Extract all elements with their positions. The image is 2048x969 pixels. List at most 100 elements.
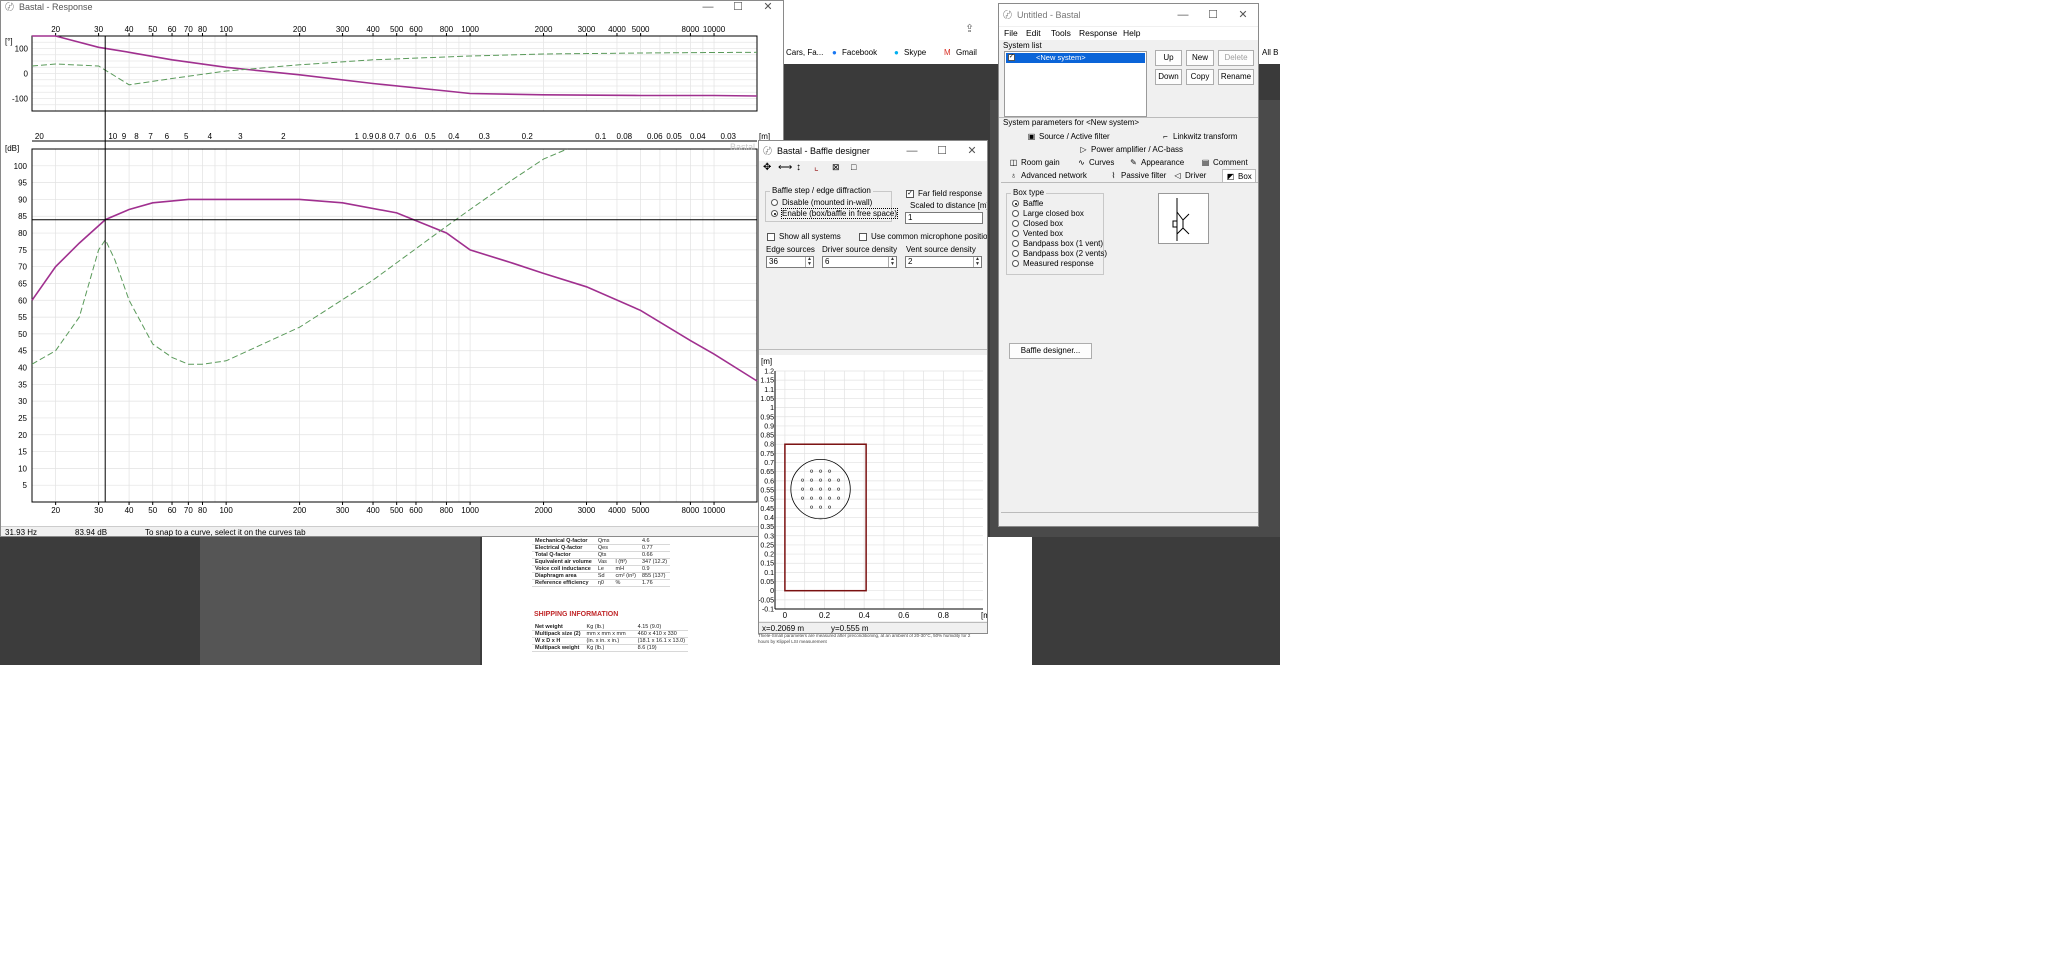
- tab-label: Passive filter: [1121, 171, 1167, 180]
- system-list-item[interactable]: ✓ <New system>: [1006, 53, 1145, 63]
- radio-button[interactable]: [1012, 200, 1019, 208]
- frequency-tick-label: 30: [94, 25, 103, 34]
- skype-icon: ●: [894, 48, 899, 57]
- browser-share-icon[interactable]: ⇪: [965, 22, 974, 35]
- spl-tick-label: 55: [18, 313, 27, 322]
- y-tick-label: 0.15: [760, 561, 774, 568]
- frequency-tick-label: 50: [148, 25, 157, 34]
- frequency-tick-label: 70: [184, 25, 193, 34]
- frequency-tick-label: 800: [440, 506, 454, 515]
- box-type-bandpass-2[interactable]: Bandpass box (2 vents): [1012, 249, 1107, 258]
- wavelength-tick-label: 0.06: [647, 132, 663, 141]
- source-icon: ▣: [1027, 132, 1036, 141]
- down-button[interactable]: Down: [1155, 69, 1182, 85]
- tab-room-gain[interactable]: ◫ Room gain: [1009, 156, 1060, 169]
- amplifier-icon: ▷: [1080, 145, 1087, 154]
- frequency-tick-label: 5000: [632, 25, 650, 34]
- y-tick-label: 0.65: [760, 469, 774, 476]
- delete-button[interactable]: Delete: [1218, 50, 1254, 66]
- bookmark-item[interactable]: Cars, Fa...: [786, 44, 823, 62]
- wavelength-tick-label: 0.5: [425, 132, 437, 141]
- table-cell: 0.77: [638, 544, 671, 552]
- radio-button[interactable]: [1012, 210, 1019, 218]
- wavelength-tick-label: 0.05: [666, 132, 682, 141]
- tab-label: Advanced network: [1021, 171, 1087, 180]
- baffle-designer-window[interactable]: 〄 Bastal - Baffle designer — ☐ ✕ ✥ ⟷ ↕ ⌞…: [758, 140, 988, 634]
- tab-source-active-filter[interactable]: ▣ Source / Active filter: [1027, 130, 1110, 143]
- radio-label: Bandpass box (1 vent): [1023, 239, 1104, 248]
- frequency-tick-label: 3000: [578, 506, 596, 515]
- radio-button[interactable]: [1012, 230, 1019, 238]
- box-type-vented[interactable]: Vented box: [1012, 229, 1063, 238]
- frequency-tick-label: 80: [198, 25, 207, 34]
- frequency-tick-label: 500: [390, 25, 404, 34]
- close-button[interactable]: ✕: [1228, 4, 1258, 26]
- tab-label: Appearance: [1141, 158, 1185, 167]
- tab-linkwitz-transform[interactable]: ⌐ Linkwitz transform: [1161, 130, 1237, 143]
- curves-icon: ∿: [1078, 158, 1085, 167]
- table-cell: Multipack size (2): [532, 630, 584, 638]
- table-row: Voice coil inductance Le mH 0.9: [532, 565, 671, 573]
- tab-comment[interactable]: ▤ Comment: [1201, 156, 1248, 169]
- tab-curves[interactable]: ∿ Curves: [1077, 156, 1114, 169]
- y-tick-label: 0.45: [760, 506, 774, 513]
- wavelength-tick-label: 9: [122, 132, 127, 141]
- browser-all-bookmarks[interactable]: All B: [1262, 48, 1278, 57]
- tab-power-amplifier[interactable]: ▷ Power amplifier / AC-bass: [1079, 143, 1183, 156]
- box-type-large-closed[interactable]: Large closed box: [1012, 209, 1084, 218]
- radio-button[interactable]: [1012, 260, 1019, 268]
- tab-passive-filter[interactable]: ⌇ Passive filter: [1109, 169, 1167, 182]
- tab-appearance[interactable]: ✎ Appearance: [1129, 156, 1184, 169]
- table-row: W x D x H (in. x in. x in.) (18.1 x 16.1 x…: [532, 637, 689, 645]
- box-type-baffle[interactable]: Baffle: [1012, 199, 1043, 208]
- bookmark-item[interactable]: Facebook: [842, 44, 877, 62]
- menu-file[interactable]: File: [1004, 27, 1018, 40]
- box-type-measured[interactable]: Measured response: [1012, 259, 1094, 268]
- radio-button[interactable]: [1012, 220, 1019, 228]
- system-list-label: System list: [1003, 41, 1042, 50]
- tab-box[interactable]: ◩ Box: [1222, 169, 1256, 182]
- spl-tick-label: 50: [18, 330, 27, 339]
- baffle-status: x=0.2069 m y=0.555 m: [759, 622, 987, 633]
- response-plot[interactable]: 20 30 40 50 60 70 80 100 200 300 400 500 600 800 1000 2…: [1, 1, 784, 537]
- rename-button[interactable]: Rename: [1218, 69, 1254, 85]
- radio-button[interactable]: [1012, 250, 1019, 258]
- baffle-designer-button[interactable]: Baffle designer...: [1009, 343, 1092, 359]
- tab-driver[interactable]: ◁ Driver: [1173, 169, 1206, 182]
- filter-icon: ⌇: [1111, 171, 1116, 180]
- minimize-button[interactable]: —: [1168, 4, 1198, 26]
- radio-button[interactable]: [1012, 240, 1019, 248]
- menu-tools[interactable]: Tools: [1051, 27, 1071, 40]
- spl-tick-label: 30: [18, 397, 27, 406]
- copy-button[interactable]: Copy: [1186, 69, 1214, 85]
- main-status-area: [1001, 512, 1258, 526]
- menu-response[interactable]: Response: [1079, 27, 1117, 40]
- baffle-canvas[interactable]: [m] 1.2 1.15 1.1 1.05 1 0.95 0.9 0.85 0.8 0.75 0.7 0…: [759, 141, 988, 634]
- frequency-tick-label: 400: [366, 25, 380, 34]
- new-button[interactable]: New: [1186, 50, 1214, 66]
- up-button[interactable]: Up: [1155, 50, 1182, 66]
- system-checkbox[interactable]: ✓: [1008, 54, 1015, 61]
- table-row: Electrical Q-factor Qes 0.77: [532, 544, 671, 552]
- box-type-bandpass-1[interactable]: Bandpass box (1 vent): [1012, 239, 1103, 248]
- maximize-button[interactable]: ☐: [1198, 4, 1228, 26]
- watermark: Bastal: [730, 142, 755, 152]
- bookmark-item[interactable]: Gmail: [956, 44, 977, 62]
- tab-advanced-network[interactable]: ♁ Advanced network: [1009, 169, 1087, 182]
- main-window[interactable]: 〄 Untitled - Bastal — ☐ ✕ File Edit Tool…: [998, 3, 1259, 527]
- box-icon: ◩: [1226, 172, 1235, 181]
- menu-edit[interactable]: Edit: [1026, 27, 1041, 40]
- system-list[interactable]: ✓ <New system>: [1004, 51, 1147, 117]
- spl-tick-label: 20: [18, 431, 27, 440]
- spl-tick-label: 10: [18, 464, 27, 473]
- linkwitz-icon: ⌐: [1163, 132, 1168, 141]
- menu-help[interactable]: Help: [1123, 27, 1140, 40]
- frequency-tick-label: 400: [366, 506, 380, 515]
- spl-tick-label: 95: [18, 179, 27, 188]
- room-icon: ◫: [1009, 158, 1018, 167]
- table-cell: Le: [594, 565, 613, 573]
- bookmark-item[interactable]: Skype: [904, 44, 926, 62]
- y-tick-label: 1.2: [764, 369, 774, 376]
- box-type-closed[interactable]: Closed box: [1012, 219, 1063, 228]
- response-window[interactable]: 〄 Bastal - Response — ☐ ✕ 20 30 40 50 60 70 80…: [0, 0, 784, 537]
